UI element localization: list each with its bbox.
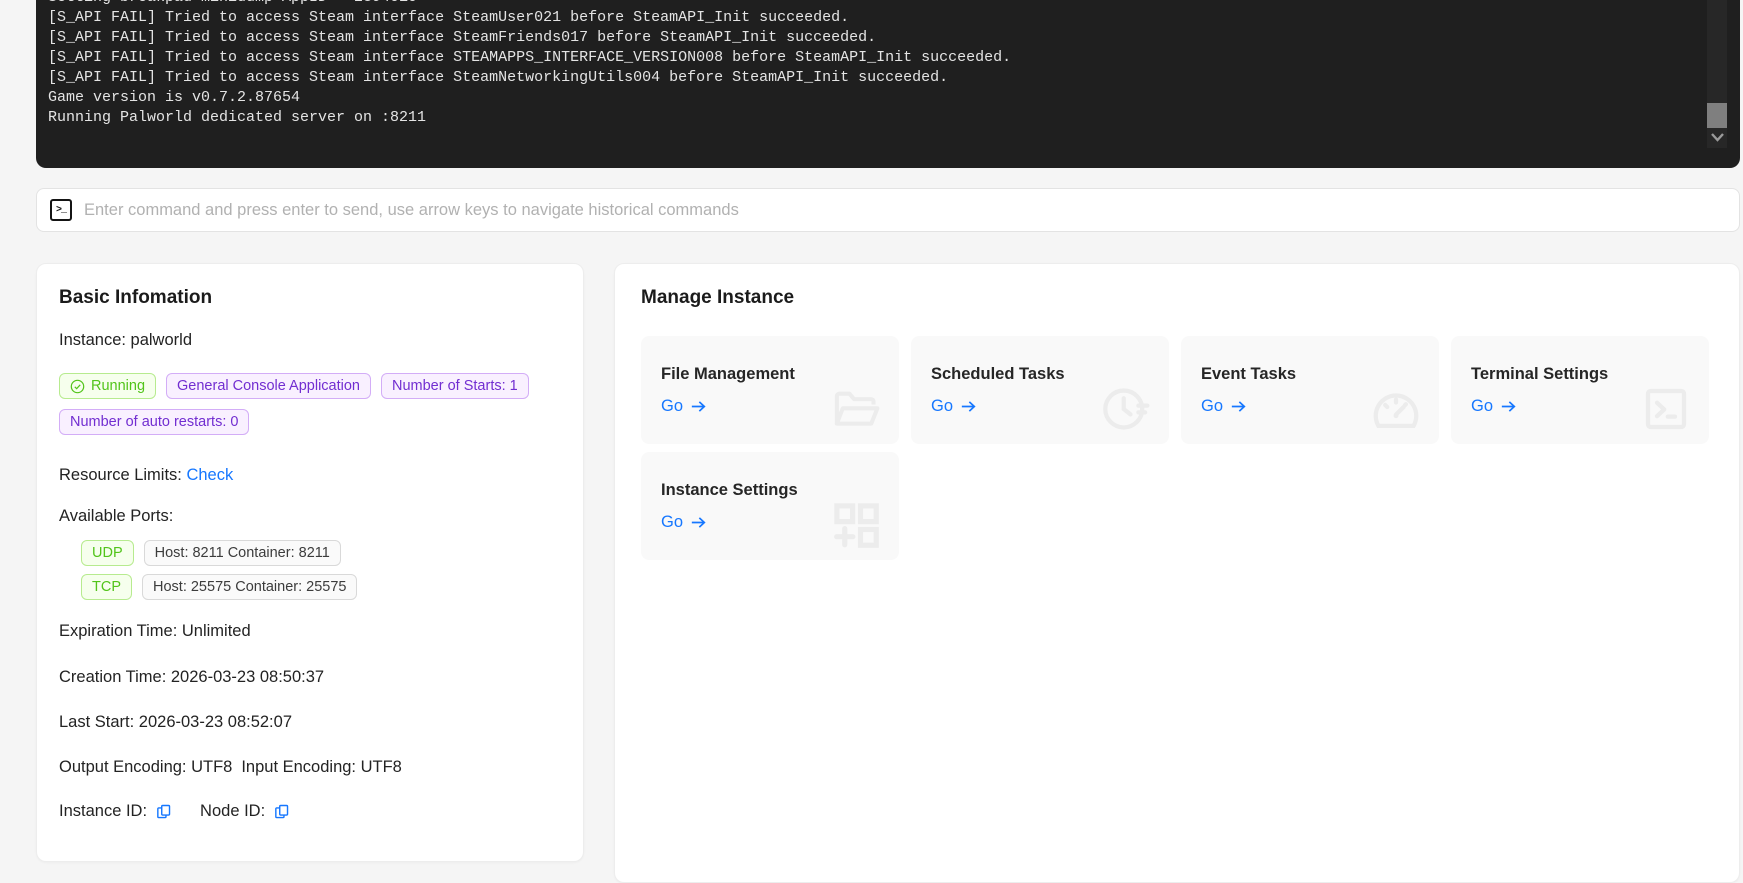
auto-restarts-tag: Number of auto restarts: 0 (59, 409, 249, 435)
expiration-time-row: Expiration Time: Unlimited (59, 620, 561, 642)
basic-info-card: Basic Infomation Instance: palworld Runn… (36, 263, 584, 862)
manage-instance-card: Manage Instance File Management Go Sched… (614, 263, 1740, 883)
terminal-line: [S_API FAIL] Tried to access Steam inter… (48, 28, 1011, 48)
go-label: Go (661, 397, 683, 416)
arrow-right-icon (960, 399, 977, 414)
go-label: Go (1201, 397, 1223, 416)
terminal-line: Running Palworld dedicated server on :82… (48, 108, 1011, 128)
terminal-prompt-icon: >_ (50, 199, 72, 221)
tile-title: File Management (661, 364, 879, 384)
last-start-row: Last Start: 2026-03-23 08:52:07 (59, 711, 561, 733)
terminal-scrollbar[interactable] (1707, 0, 1727, 148)
port-row-udp: UDP Host: 8211 Container: 8211 (81, 540, 561, 566)
node-id-label: Node ID: (200, 800, 265, 822)
tile-file-management: File Management Go (641, 336, 899, 444)
tile-scheduled-tasks: Scheduled Tasks Go (911, 336, 1169, 444)
scheduled-tasks-go-link[interactable]: Go (931, 397, 977, 416)
copy-icon (155, 803, 172, 820)
arrow-right-icon (690, 399, 707, 414)
terminal-settings-go-link[interactable]: Go (1471, 397, 1517, 416)
go-label: Go (661, 513, 683, 532)
instance-settings-go-link[interactable]: Go (661, 513, 707, 532)
tile-instance-settings: Instance Settings Go (641, 452, 899, 560)
arrow-right-icon (690, 515, 707, 530)
command-input[interactable] (82, 200, 1726, 221)
node-id-copy-button[interactable] (273, 803, 290, 820)
creation-time-row: Creation Time: 2026-03-23 08:50:37 (59, 666, 561, 688)
resource-limits-check-link[interactable]: Check (186, 466, 233, 484)
terminal-line: [S_API FAIL] Tried to access Steam inter… (48, 68, 1011, 88)
chevron-down-icon (1710, 130, 1725, 148)
file-management-go-link[interactable]: Go (661, 397, 707, 416)
tile-title: Terminal Settings (1471, 364, 1689, 384)
scrollbar-thumb[interactable] (1707, 103, 1727, 128)
terminal-line: [S_API FAIL] Tried to access Steam inter… (48, 48, 1011, 68)
tile-title: Instance Settings (661, 480, 879, 500)
instance-id-label: Instance ID: (59, 800, 147, 822)
clock-icon (1099, 382, 1153, 436)
tile-event-tasks: Event Tasks Go (1181, 336, 1439, 444)
instance-type-tag: General Console Application (166, 373, 371, 399)
arrow-right-icon (1230, 399, 1247, 414)
ids-row: Instance ID: Node ID: (59, 800, 561, 822)
dashboard-icon (1369, 382, 1423, 436)
check-circle-icon (70, 379, 85, 394)
instance-id-copy-button[interactable] (155, 803, 172, 820)
go-label: Go (931, 397, 953, 416)
tile-title: Scheduled Tasks (931, 364, 1149, 384)
instance-name-row: Instance: palworld (59, 329, 561, 351)
resource-limits-label: Resource Limits: (59, 466, 182, 484)
output-encoding-label: Output Encoding: UTF8 (59, 756, 232, 778)
status-tags-row: Running General Console Application Numb… (59, 373, 561, 399)
folder-open-icon (829, 382, 883, 436)
available-ports-label: Available Ports: (59, 505, 561, 527)
terminal-line: [S_API FAIL] Tried to access Steam inter… (48, 8, 1011, 28)
terminal-console: Setting breakpad minidump AppID = 239401… (36, 0, 1740, 168)
terminal-output: Setting breakpad minidump AppID = 239401… (48, 0, 1011, 128)
grid-add-icon (829, 498, 883, 552)
resource-limits-row: Resource Limits: Check (59, 464, 561, 486)
tile-terminal-settings: Terminal Settings Go (1451, 336, 1709, 444)
port-mapping-tag: Host: 8211 Container: 8211 (144, 540, 341, 566)
arrow-right-icon (1500, 399, 1517, 414)
copy-icon (273, 803, 290, 820)
encoding-row: Output Encoding: UTF8 Input Encoding: UT… (59, 756, 561, 778)
status-tag-label: Running (91, 374, 145, 398)
port-row-tcp: TCP Host: 25575 Container: 25575 (81, 574, 561, 600)
terminal-icon (1639, 382, 1693, 436)
input-encoding-label: Input Encoding: UTF8 (241, 756, 402, 778)
starts-count-tag: Number of Starts: 1 (381, 373, 529, 399)
protocol-tag-udp: UDP (81, 540, 134, 566)
status-tag-running: Running (59, 373, 156, 399)
tile-title: Event Tasks (1201, 364, 1419, 384)
manage-instance-title: Manage Instance (641, 287, 1713, 309)
command-bar: >_ (36, 188, 1740, 232)
basic-info-title: Basic Infomation (59, 287, 561, 309)
go-label: Go (1471, 397, 1493, 416)
protocol-tag-tcp: TCP (81, 574, 132, 600)
scroll-down-button[interactable] (1707, 130, 1727, 148)
terminal-line: Game version is v0.7.2.87654 (48, 88, 1011, 108)
port-mapping-tag: Host: 25575 Container: 25575 (142, 574, 357, 600)
auto-restarts-row: Number of auto restarts: 0 (59, 409, 561, 435)
event-tasks-go-link[interactable]: Go (1201, 397, 1247, 416)
terminal-line: Setting breakpad minidump AppID = 239401… (48, 0, 1011, 8)
manage-tiles-grid: File Management Go Scheduled Tasks Go (641, 336, 1713, 560)
